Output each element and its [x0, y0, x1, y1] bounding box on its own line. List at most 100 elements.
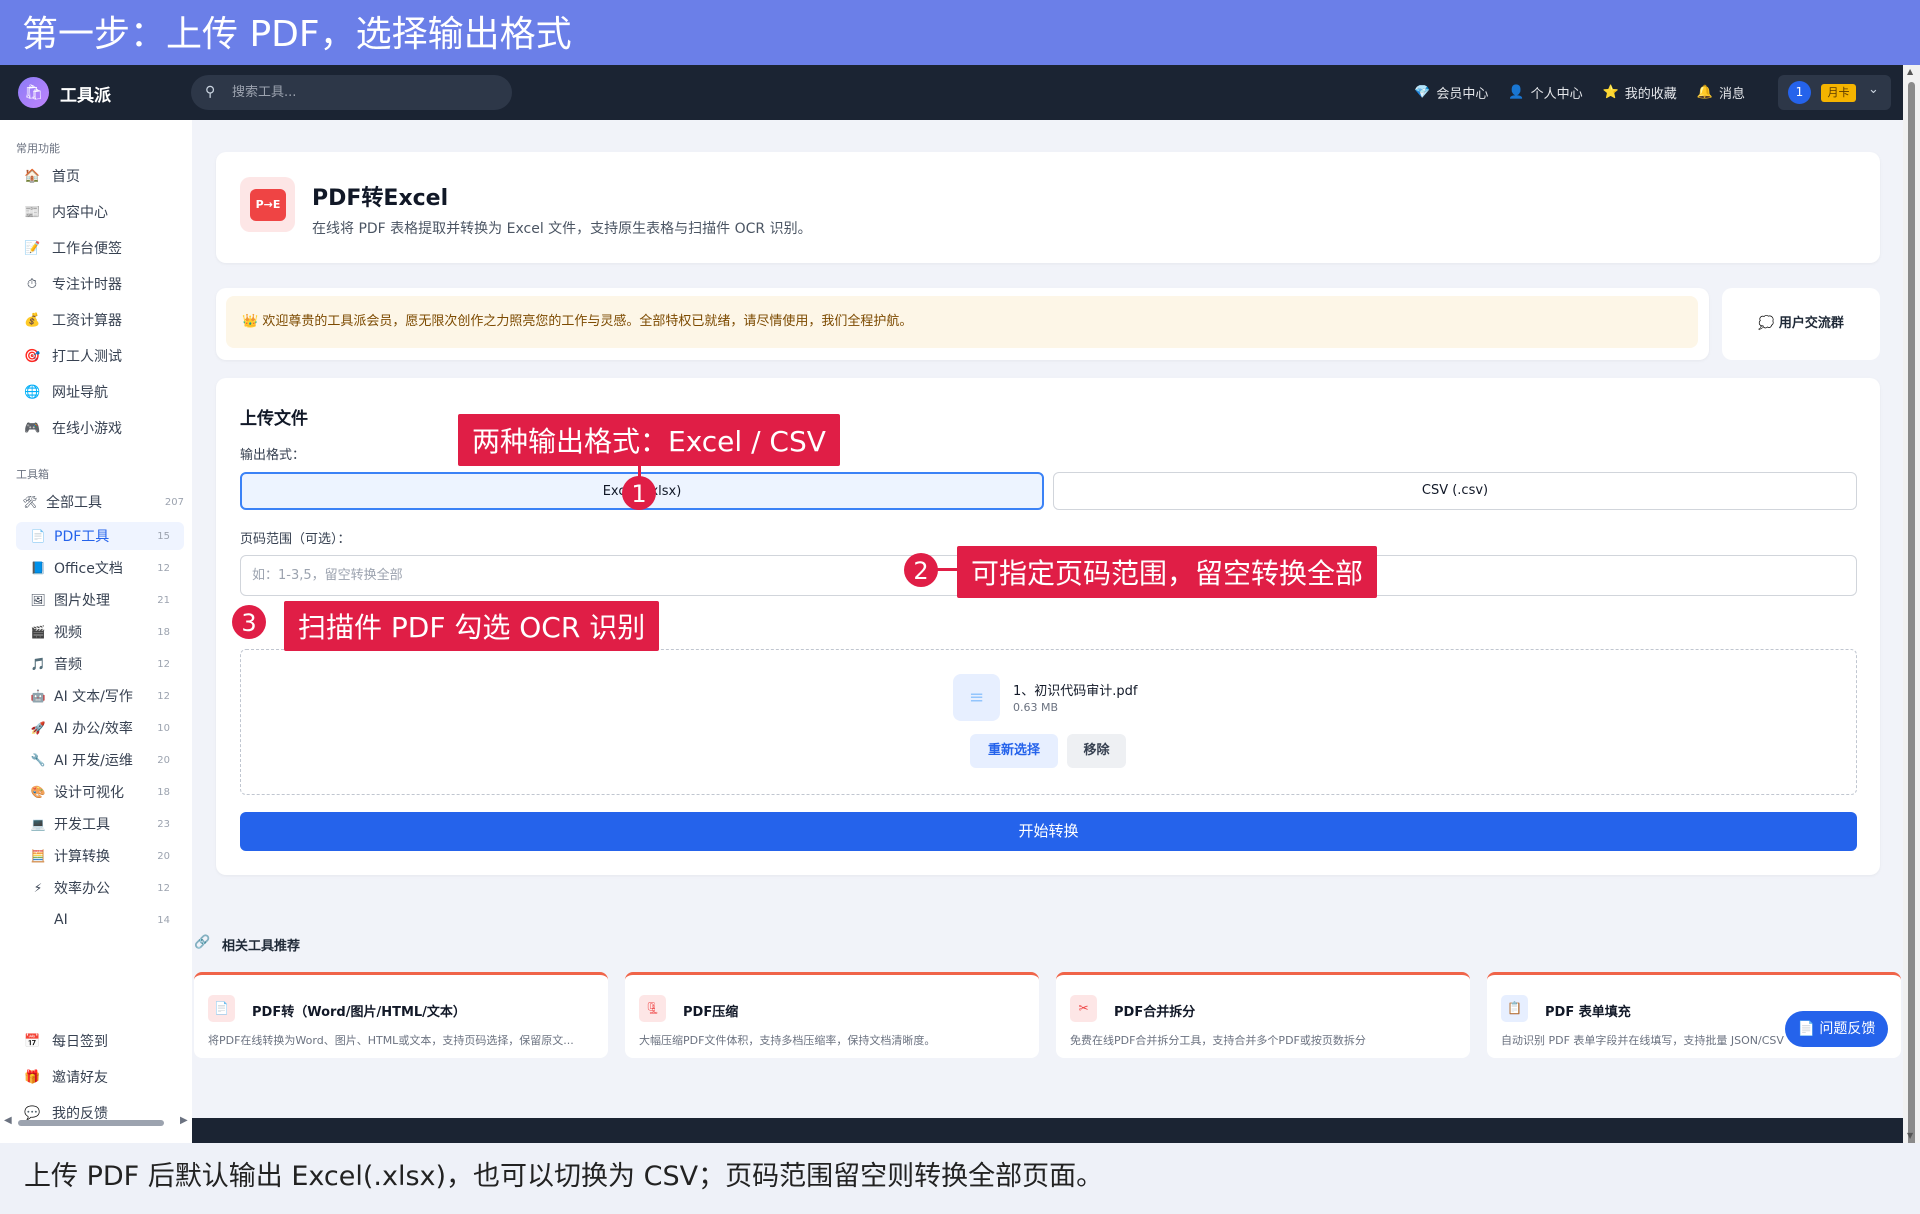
feedback-button[interactable]: 📄 问题反馈: [1785, 1011, 1888, 1047]
sidebar-item-label: 计算转换: [54, 849, 110, 865]
chat-icon: 💬: [24, 1105, 41, 1121]
logo-text[interactable]: 工具派: [60, 81, 111, 106]
form-icon: 📋: [1501, 995, 1528, 1022]
sidebar-item-feedback[interactable]: 💬 我的反馈: [24, 1100, 108, 1126]
tutorial-step-title: 第一步：上传 PDF，选择输出格式: [0, 0, 1920, 65]
tool-count: 207: [164, 496, 184, 508]
sidebar-item-games[interactable]: 🎮 在线小游戏: [24, 415, 122, 441]
annotation-callout-3: 扫描件 PDF 勾选 OCR 识别: [284, 601, 660, 651]
remove-button[interactable]: 移除: [1067, 734, 1126, 768]
pdf-to-excel-icon: P→E: [240, 177, 295, 232]
scroll-left-icon[interactable]: ◀: [4, 1115, 12, 1126]
sidebar-item-checkin[interactable]: 📅 每日签到: [24, 1028, 108, 1054]
sidebar-section-toolbox: 工具箱: [16, 468, 49, 481]
pdf-convert-icon: 📄: [208, 995, 235, 1022]
related-tool-card[interactable]: ✂ PDF合并拆分 免费在线PDF合并拆分工具，支持合并多个PDF或按页数拆分: [1056, 972, 1470, 1058]
file-size: 0.63 MB: [1013, 701, 1059, 714]
sidebar-item-office[interactable]: 📘 Office文档 12: [16, 554, 184, 582]
format-option-csv[interactable]: CSV (.csv): [1053, 472, 1857, 510]
related-tool-name: PDF转（Word/图片/HTML/文本）: [252, 1005, 466, 1020]
welcome-message: 👑 欢迎尊贵的工具派会员，愿无限次创作之力照亮您的工作与灵感。全部特权已就绪，请…: [226, 296, 1698, 348]
sidebar-item-efficiency[interactable]: ⚡ 效率办公 12: [16, 874, 184, 902]
page-scrollbar[interactable]: ▲ ▼: [1903, 65, 1920, 1147]
bell-icon: 🔔: [1696, 85, 1713, 100]
nav-links: 💎 会员中心 👤 个人中心 ⭐ 我的收藏 🔔 消息: [1414, 65, 1745, 120]
sidebar-item-dev-tools[interactable]: 💻 开发工具 23: [16, 810, 184, 838]
sidebar-item-ai-dev[interactable]: 🔧 AI 开发/运维 20: [16, 746, 184, 774]
sidebar-item-invite[interactable]: 🎁 邀请好友: [24, 1064, 108, 1090]
sidebar-item-label: 邀请好友: [52, 1070, 108, 1086]
nav-vip-center[interactable]: 💎 会员中心: [1414, 83, 1488, 102]
nav-favorites[interactable]: ⭐ 我的收藏: [1603, 83, 1677, 102]
target-icon: 🎯: [24, 348, 41, 364]
user-menu[interactable]: 1 月卡 ⌄: [1778, 75, 1891, 110]
sidebar-item-salary[interactable]: 💰 工资计算器: [24, 307, 122, 333]
sidebar-item-worker-test[interactable]: 🎯 打工人测试: [24, 343, 122, 369]
sidebar-item-ai[interactable]: AI 14: [16, 906, 184, 934]
tool-count: 12: [157, 882, 170, 894]
lightning-icon: ⚡: [33, 881, 43, 895]
diamond-icon: 💎: [1414, 85, 1431, 100]
user-group-button[interactable]: 💭 用户交流群: [1722, 288, 1880, 360]
sidebar-item-pdf-tools[interactable]: 📄 PDF工具 15: [16, 522, 184, 550]
related-tools-title: 相关工具推荐: [222, 939, 301, 954]
sidebar-item-label: AI 开发/运维: [54, 753, 133, 769]
robot-icon: 🤖: [30, 689, 46, 703]
related-tool-desc: 免费在线PDF合并拆分工具，支持合并多个PDF或按页数拆分: [1070, 1034, 1366, 1047]
wrench-icon: 🔧: [30, 753, 46, 767]
sidebar-item-content[interactable]: 📰 内容中心: [24, 199, 108, 225]
sidebar-item-label: 开发工具: [54, 817, 110, 833]
sidebar-item-audio[interactable]: 🎵 音频 12: [16, 650, 184, 678]
page-range-label: 页码范围（可选）：: [240, 532, 351, 547]
nav-link-label: 我的收藏: [1624, 87, 1677, 102]
tool-count: 18: [157, 786, 170, 798]
note-icon: 📝: [24, 240, 41, 256]
tool-count: 18: [157, 626, 170, 638]
sidebar-item-label: 视频: [54, 625, 82, 641]
money-icon: 💰: [24, 312, 41, 328]
related-tool-desc: 大幅压缩PDF文件体积，支持多档压缩率，保持文档清晰度。: [639, 1034, 936, 1047]
sidebar-item-label: AI: [54, 912, 68, 928]
compress-icon: 🗜: [639, 995, 666, 1022]
related-tool-desc: 将PDF在线转换为Word、图片、HTML或文本，支持页码选择，保留原文...: [208, 1034, 574, 1047]
related-tool-card[interactable]: 🗜 PDF压缩 大幅压缩PDF文件体积，支持多档压缩率，保持文档清晰度。: [625, 972, 1039, 1058]
sidebar-item-label: 全部工具: [46, 495, 102, 511]
start-convert-button[interactable]: 开始转换: [240, 812, 1857, 851]
rocket-icon: 🚀: [30, 721, 46, 735]
sidebar-item-label: 设计可视化: [54, 785, 124, 801]
sidebar-item-label: 效率办公: [54, 881, 110, 897]
nav-messages[interactable]: 🔔 消息: [1697, 83, 1745, 102]
nav-profile[interactable]: 👤 个人中心: [1508, 83, 1582, 102]
sidebar-item-all-tools[interactable]: 🛠 全部工具 207: [16, 488, 184, 516]
sidebar-item-label: 在线小游戏: [52, 421, 122, 437]
tool-count: 10: [157, 722, 170, 734]
logo-icon: 🛍: [18, 77, 49, 108]
scroll-down-icon[interactable]: ▼: [1907, 1131, 1913, 1140]
sidebar-item-calc[interactable]: 🧮 计算转换 20: [16, 842, 184, 870]
sidebar-item-notes[interactable]: 📝 工作台便签: [24, 235, 122, 261]
tool-count: 20: [157, 850, 170, 862]
sidebar-item-image[interactable]: 🖼 图片处理 21: [16, 586, 184, 614]
scroll-up-icon[interactable]: ▲: [1907, 67, 1913, 76]
scrollbar-thumb[interactable]: [1908, 82, 1915, 1147]
reselect-button[interactable]: 重新选择: [970, 734, 1058, 768]
annotation-callout-2: 可指定页码范围，留空转换全部: [957, 546, 1378, 598]
scroll-right-icon[interactable]: ▶: [180, 1115, 188, 1126]
sidebar-item-label: 网址导航: [52, 385, 108, 401]
nav-link-label: 消息: [1718, 87, 1745, 102]
related-tool-card[interactable]: 📄 PDF转（Word/图片/HTML/文本） 将PDF在线转换为Word、图片…: [194, 972, 608, 1058]
tool-count: 12: [157, 562, 170, 574]
sidebar-item-video[interactable]: 🎬 视频 18: [16, 618, 184, 646]
file-drop-zone[interactable]: [240, 649, 1857, 795]
annotation-marker-2: 2: [904, 553, 938, 587]
sidebar-item-ai-writing[interactable]: 🤖 AI 文本/写作 12: [16, 682, 184, 710]
annotation-leader-2: [937, 568, 957, 571]
calculator-icon: 🧮: [30, 849, 46, 863]
music-icon: 🎵: [30, 657, 46, 671]
sidebar-item-timer[interactable]: ⏱ 专注计时器: [24, 271, 122, 297]
sidebar-item-home[interactable]: 🏠 首页: [24, 163, 80, 189]
search-input[interactable]: ⚲ 搜索工具...: [191, 75, 512, 110]
sidebar-item-nav[interactable]: 🌐 网址导航: [24, 379, 108, 405]
sidebar-item-ai-office[interactable]: 🚀 AI 办公/效率 10: [16, 714, 184, 742]
sidebar-item-design[interactable]: 🎨 设计可视化 18: [16, 778, 184, 806]
